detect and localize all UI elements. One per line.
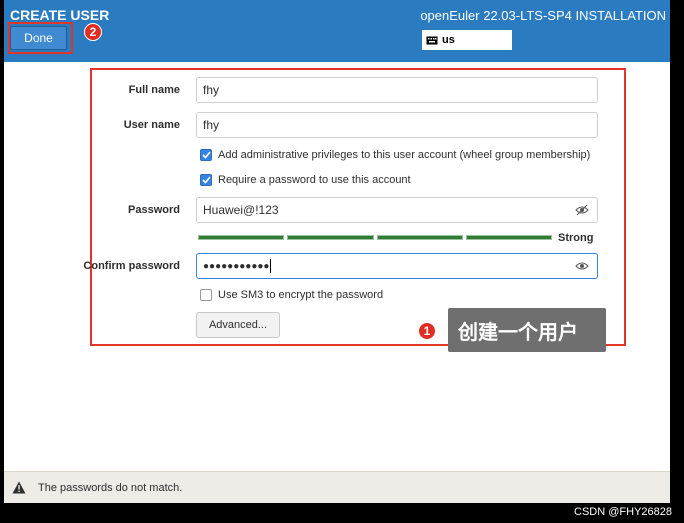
annotation-callout: 创建一个用户 bbox=[448, 308, 606, 352]
eye-slash-icon[interactable] bbox=[575, 203, 589, 217]
checkbox-checked-icon bbox=[200, 174, 212, 186]
confirm-password-field[interactable]: ●●●●●●●●●●● bbox=[196, 253, 598, 279]
password-value: Huawei@!123 bbox=[203, 203, 279, 217]
confirm-password-value: ●●●●●●●●●●● bbox=[203, 260, 270, 272]
sm3-encrypt-checkbox[interactable]: Use SM3 to encrypt the password bbox=[200, 289, 383, 301]
admin-privileges-checkbox[interactable]: Add administrative privileges to this us… bbox=[200, 149, 590, 161]
password-strength-meter bbox=[198, 235, 552, 240]
keyboard-icon bbox=[426, 36, 438, 44]
status-message: The passwords do not match. bbox=[38, 481, 183, 494]
user-name-label: User name bbox=[123, 119, 180, 131]
checkbox-checked-icon bbox=[200, 149, 212, 161]
full-name-field[interactable]: fhy bbox=[196, 77, 598, 103]
page-title: CREATE USER bbox=[10, 7, 110, 23]
watermark: CSDN @FHY26828 bbox=[574, 506, 672, 518]
eye-icon[interactable] bbox=[575, 259, 589, 273]
confirm-password-label: Confirm password bbox=[83, 260, 180, 272]
step-1-badge: 1 bbox=[418, 322, 436, 340]
admin-privileges-label: Add administrative privileges to this us… bbox=[218, 149, 591, 161]
require-password-checkbox[interactable]: Require a password to use this account bbox=[200, 174, 411, 186]
text-cursor bbox=[270, 259, 272, 273]
password-label: Password bbox=[128, 204, 180, 216]
sm3-encrypt-label: Use SM3 to encrypt the password bbox=[218, 289, 384, 301]
password-strength-label: Strong bbox=[558, 232, 594, 244]
password-field[interactable]: Huawei@!123 bbox=[196, 197, 598, 223]
keyboard-layout-indicator[interactable]: us bbox=[422, 30, 512, 50]
header-bar: CREATE USER Done 2 openEuler 22.03-LTS-S… bbox=[4, 0, 670, 62]
require-password-label: Require a password to use this account bbox=[218, 174, 411, 186]
step-2-badge: 2 bbox=[84, 23, 102, 41]
checkbox-unchecked-icon bbox=[200, 289, 212, 301]
installer-window: CREATE USER Done 2 openEuler 22.03-LTS-S… bbox=[4, 0, 670, 503]
full-name-label: Full name bbox=[128, 84, 180, 96]
status-bar: The passwords do not match. bbox=[4, 471, 670, 503]
advanced-button[interactable]: Advanced... bbox=[196, 312, 280, 338]
keyboard-layout-label: us bbox=[442, 34, 455, 46]
user-name-field[interactable]: fhy bbox=[196, 112, 598, 138]
product-title: openEuler 22.03-LTS-SP4 INSTALLATION bbox=[420, 8, 666, 23]
warning-icon bbox=[12, 481, 26, 494]
done-highlight-box bbox=[8, 22, 73, 54]
